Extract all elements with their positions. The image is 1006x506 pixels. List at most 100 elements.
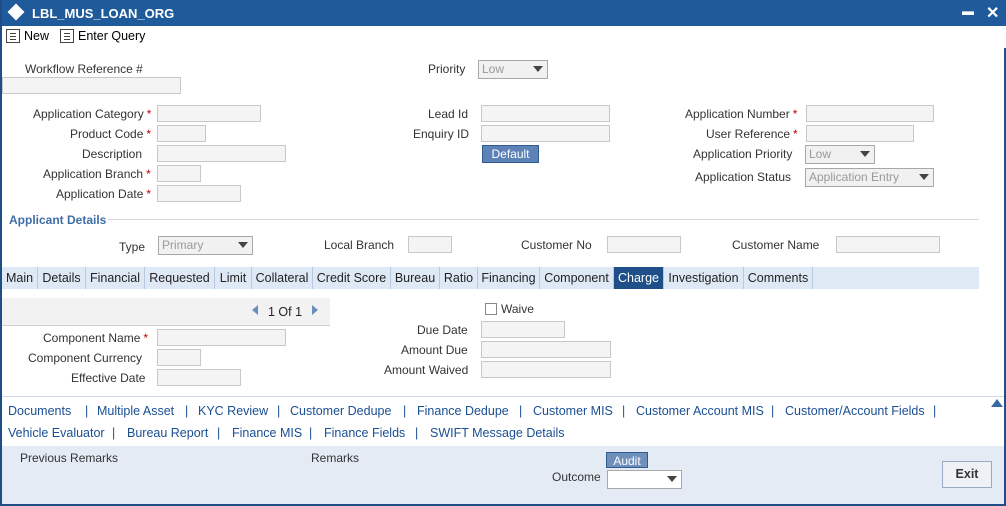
minimize-icon[interactable]: ▬ xyxy=(962,4,974,18)
user-ref-input[interactable] xyxy=(806,125,914,142)
app-diamond-icon xyxy=(7,3,25,21)
tab-limit[interactable]: Limit xyxy=(215,267,252,289)
new-button[interactable]: New xyxy=(6,29,49,43)
link-separator: | xyxy=(403,404,407,418)
workflow-ref-input[interactable] xyxy=(2,77,181,94)
waive-checkbox[interactable] xyxy=(485,303,497,315)
tab-investigation[interactable]: Investigation xyxy=(664,267,744,289)
previous-remarks-label: Previous Remarks xyxy=(20,451,119,465)
lead-id-label: Lead Id xyxy=(428,107,469,121)
tab-requested[interactable]: Requested xyxy=(145,267,215,289)
exit-button[interactable]: Exit xyxy=(942,461,992,488)
waive-label: Waive xyxy=(501,302,534,316)
due-date-input[interactable] xyxy=(481,321,565,338)
link-finance-dedupe[interactable]: Finance Dedupe xyxy=(417,404,509,418)
component-currency-input[interactable] xyxy=(157,349,201,366)
chevron-down-icon xyxy=(238,242,248,248)
link-vehicle-evaluator[interactable]: Vehicle Evaluator xyxy=(8,426,105,440)
component-name-input[interactable] xyxy=(157,329,286,346)
app-branch-label: Application Branch * xyxy=(43,167,151,181)
audit-button[interactable]: Audit xyxy=(606,452,648,468)
outcome-select[interactable] xyxy=(607,470,682,489)
link-separator: | xyxy=(519,404,523,418)
tab-ratio[interactable]: Ratio xyxy=(440,267,478,289)
customer-no-label: Customer No xyxy=(521,238,592,252)
link-separator: | xyxy=(112,426,116,440)
link-separator: | xyxy=(933,404,937,418)
tab-comments[interactable]: Comments xyxy=(744,267,813,289)
local-branch-input[interactable] xyxy=(408,236,452,253)
enter-query-button[interactable]: Enter Query xyxy=(60,29,145,43)
applicant-details-title: Applicant Details xyxy=(9,213,107,227)
app-date-input[interactable] xyxy=(157,185,241,202)
tab-bureau[interactable]: Bureau xyxy=(391,267,440,289)
link-separator: | xyxy=(415,426,419,440)
chevron-down-icon xyxy=(667,476,677,482)
app-status-select[interactable]: Application Entry xyxy=(805,168,934,187)
customer-no-input[interactable] xyxy=(607,236,681,253)
app-number-input[interactable] xyxy=(806,105,934,122)
link-finance-mis[interactable]: Finance MIS xyxy=(232,426,302,440)
default-button[interactable]: Default xyxy=(482,145,539,163)
link-customer-dedupe[interactable]: Customer Dedupe xyxy=(290,404,391,418)
link-separator: | xyxy=(277,404,281,418)
app-category-label: Application Category * xyxy=(33,107,152,121)
enter-query-label: Enter Query xyxy=(78,29,146,43)
app-date-label: Application Date * xyxy=(56,187,152,201)
enquiry-id-input[interactable] xyxy=(481,125,610,142)
local-branch-label: Local Branch xyxy=(324,238,395,252)
link-separator: | xyxy=(217,426,221,440)
link-bureau-report[interactable]: Bureau Report xyxy=(127,426,208,440)
link-customer-account-mis[interactable]: Customer Account MIS xyxy=(636,404,764,418)
scroll-up-icon[interactable] xyxy=(991,399,1003,407)
section-divider xyxy=(108,219,979,220)
toolbar: New Enter Query xyxy=(2,26,1006,48)
link-finance-fields[interactable]: Finance Fields xyxy=(324,426,405,440)
window-title: LBL_MUS_LOAN_ORG xyxy=(32,6,175,21)
title-bar: LBL_MUS_LOAN_ORG ▬ ✕ xyxy=(2,0,1006,26)
query-icon xyxy=(60,29,74,43)
outcome-label: Outcome xyxy=(552,470,601,484)
tab-collateral[interactable]: Collateral xyxy=(252,267,313,289)
link-separator: | xyxy=(185,404,189,418)
app-branch-input[interactable] xyxy=(157,165,201,182)
amount-due-label: Amount Due xyxy=(401,343,468,357)
amount-waived-input[interactable] xyxy=(481,361,611,378)
priority-select[interactable]: Low xyxy=(478,60,548,79)
tab-financial[interactable]: Financial xyxy=(86,267,145,289)
tab-charge[interactable]: Charge xyxy=(614,267,664,289)
tab-main[interactable]: Main xyxy=(2,267,38,289)
type-select[interactable]: Primary xyxy=(158,236,253,255)
app-category-input[interactable] xyxy=(157,105,261,122)
app-priority-select[interactable]: Low xyxy=(805,145,875,164)
app-priority-label: Application Priority xyxy=(693,147,793,161)
tab-credit-score[interactable]: Credit Score xyxy=(313,267,391,289)
next-page-icon[interactable] xyxy=(312,305,318,315)
chevron-down-icon xyxy=(860,151,870,157)
amount-due-input[interactable] xyxy=(481,341,611,358)
tab-details[interactable]: Details xyxy=(38,267,86,289)
customer-name-input[interactable] xyxy=(836,236,940,253)
effective-date-input[interactable] xyxy=(157,369,241,386)
app-number-label: Application Number * xyxy=(685,107,798,121)
product-code-input[interactable] xyxy=(157,125,206,142)
link-documents[interactable]: Documents xyxy=(8,404,71,418)
component-name-label: Component Name * xyxy=(43,331,149,345)
app-priority-value: Low xyxy=(809,147,832,161)
description-input[interactable] xyxy=(157,145,286,162)
function-links: Documents | Multiple Asset | KYC Review … xyxy=(2,396,1004,446)
link-swift-message-details[interactable]: SWIFT Message Details xyxy=(430,426,565,440)
link-customer-account-fields[interactable]: Customer/Account Fields xyxy=(785,404,925,418)
tab-component[interactable]: Component xyxy=(540,267,614,289)
new-document-icon xyxy=(6,29,20,43)
link-kyc-review[interactable]: KYC Review xyxy=(198,404,268,418)
close-icon[interactable]: ✕ xyxy=(986,3,999,23)
pager: 1 Of 1 xyxy=(2,298,330,326)
tab-financing[interactable]: Financing xyxy=(478,267,540,289)
link-customer-mis[interactable]: Customer MIS xyxy=(533,404,613,418)
type-label: Type xyxy=(119,240,146,254)
workflow-ref-label: Workflow Reference # xyxy=(25,62,143,76)
previous-page-icon[interactable] xyxy=(252,305,258,315)
link-multiple-asset[interactable]: Multiple Asset xyxy=(97,404,174,418)
lead-id-input[interactable] xyxy=(481,105,610,122)
